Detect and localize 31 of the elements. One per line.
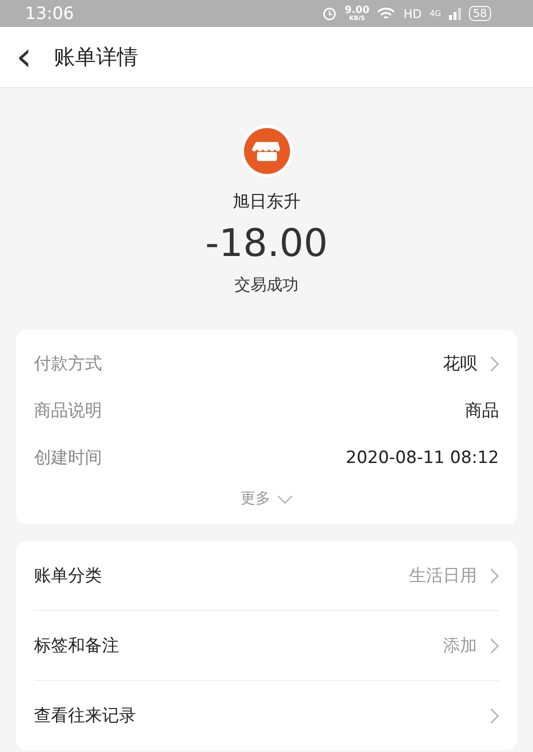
hd-label: HD <box>403 6 422 20</box>
page-title: 账单详情 <box>54 44 138 71</box>
chevron-down-icon <box>276 494 292 504</box>
shop-icon <box>240 124 294 178</box>
signal-icon <box>449 8 461 20</box>
network-type: 4G <box>430 9 441 18</box>
action-label: 查看往来记录 <box>34 705 137 727</box>
action-value: 添加 <box>443 635 477 657</box>
chevron-right-icon <box>489 638 499 654</box>
detail-label: 创建时间 <box>34 447 103 469</box>
alarm-icon <box>322 6 337 21</box>
amount: -18.00 <box>205 221 328 265</box>
action-label: 标签和备注 <box>34 635 120 657</box>
status-time: 13:06 <box>25 4 75 24</box>
detail-value: 花呗 <box>443 353 477 375</box>
action-label: 账单分类 <box>34 565 103 587</box>
action-row[interactable]: 查看往来记录 <box>34 680 499 750</box>
chevron-right-icon <box>489 708 499 724</box>
back-button[interactable]: ‹ <box>14 37 34 77</box>
action-value: 生活日用 <box>409 565 477 587</box>
action-row[interactable]: 账单分类 生活日用 <box>34 541 499 610</box>
detail-label: 商品说明 <box>34 400 103 422</box>
merchant-name: 旭日东升 <box>232 191 300 213</box>
detail-label: 付款方式 <box>34 353 103 375</box>
detail-value: 商品 <box>465 400 499 422</box>
chevron-right-icon <box>489 568 499 584</box>
battery-level: 58 <box>469 6 491 21</box>
wifi-icon <box>377 6 396 20</box>
transaction-status: 交易成功 <box>234 275 298 296</box>
action-row[interactable]: 标签和备注 添加 <box>34 610 499 680</box>
detail-value: 2020-08-11 08:12 <box>346 448 499 468</box>
